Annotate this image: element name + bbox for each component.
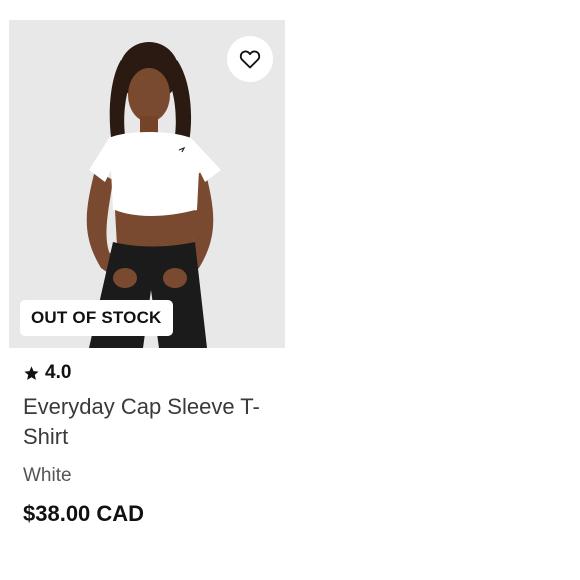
product-color: White <box>23 465 72 486</box>
product-title[interactable]: Everyday Cap Sleeve T-Shirt <box>23 392 263 452</box>
product-image-container[interactable]: OUT OF STOCK <box>9 20 285 348</box>
product-card[interactable]: OUT OF STOCK 4.0 Everyday Cap Sleeve T-S… <box>9 20 285 528</box>
out-of-stock-badge: OUT OF STOCK <box>20 300 173 336</box>
rating: 4.0 <box>23 362 285 384</box>
product-info: 4.0 Everyday Cap Sleeve T-Shirt White $3… <box>9 348 285 528</box>
heart-outline-icon <box>239 50 261 69</box>
rating-value: 4.0 <box>45 362 72 383</box>
star-icon <box>24 365 39 380</box>
product-price: $38.00 CAD <box>23 501 145 526</box>
wishlist-button[interactable] <box>227 36 273 82</box>
